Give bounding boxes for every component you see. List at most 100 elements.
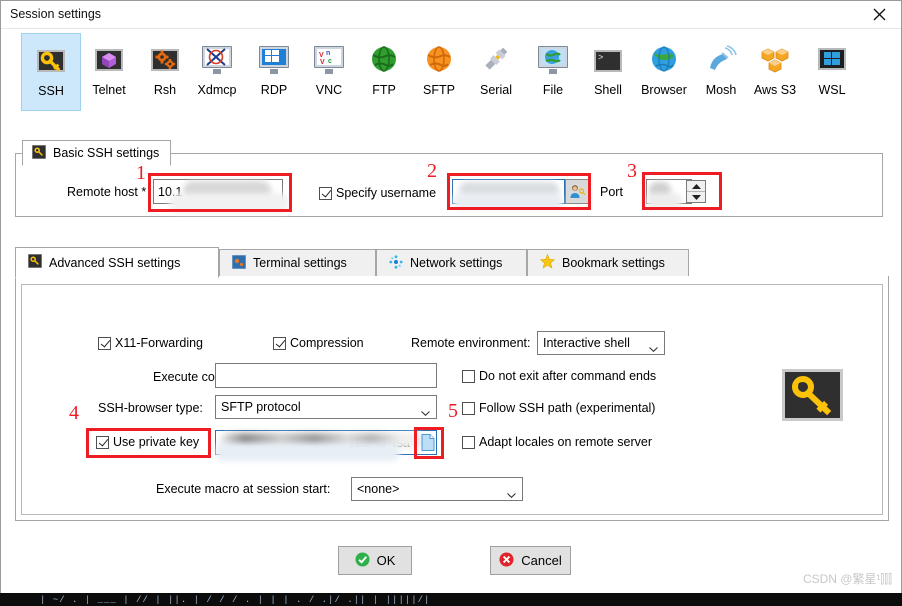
key-icon	[792, 376, 832, 416]
checkbox-box	[462, 435, 475, 449]
satellite-icon	[705, 44, 737, 76]
svg-text:c: c	[328, 58, 332, 65]
private-key-browse-button[interactable]	[418, 432, 437, 453]
protocol-label: WSL	[818, 83, 846, 97]
watermark: CSDN @繁星¹⫿⫿⫿	[802, 572, 892, 586]
tab-advanced-ssh-settings[interactable]: Advanced SSH settings	[15, 247, 219, 278]
protocol-label: Telnet	[92, 83, 126, 97]
specify-username-checkbox[interactable]: Specify username	[319, 186, 436, 200]
protocol-ftp[interactable]: FTP	[354, 33, 414, 111]
port-stepper[interactable]	[686, 180, 706, 203]
remote-environment-select[interactable]: Interactive shell	[537, 331, 665, 355]
do-not-exit-checkbox[interactable]: Do not exit after command ends	[462, 369, 656, 383]
protocol-browser[interactable]: Browser	[634, 33, 694, 111]
protocol-label: Shell	[594, 83, 622, 97]
green-check-icon	[355, 552, 370, 570]
port-label: Port	[600, 185, 623, 199]
ok-label: OK	[376, 553, 396, 568]
protocol-file[interactable]: File	[523, 33, 583, 111]
blue-globe-icon	[648, 44, 680, 76]
windows-monitor-icon	[258, 44, 290, 76]
username-picker-button[interactable]	[565, 179, 589, 204]
protocol-mosh[interactable]: Mosh	[691, 33, 751, 111]
remote-host-label: Remote host *	[67, 185, 147, 199]
protocol-sftp[interactable]: SFTP	[409, 33, 469, 111]
chevron-down-icon	[421, 405, 430, 417]
checkbox-box	[96, 435, 109, 449]
tab-label: Bookmark settings	[562, 256, 665, 270]
user-key-icon	[570, 185, 586, 198]
private-key-illustration	[782, 369, 843, 421]
protocol-xdmcp[interactable]: Xdmcp	[187, 33, 247, 111]
protocol-label: Aws S3	[753, 83, 797, 97]
protocol-label: Browser	[641, 83, 687, 97]
execute-macro-select[interactable]: <none>	[351, 477, 523, 501]
aws-cubes-icon	[759, 44, 791, 76]
session-settings-dialog: Session settings SSH Telnet Rsh Xdmcp RD…	[0, 0, 902, 606]
username-field[interactable]	[452, 179, 565, 204]
ssh-browser-type-select[interactable]: SFTP protocol	[215, 395, 437, 419]
protocol-toolbar: SSH Telnet Rsh Xdmcp RDP V n V c VNC FTP…	[1, 30, 902, 115]
port-stepper-down[interactable]	[687, 191, 705, 202]
do-not-exit-label: Do not exit after command ends	[479, 369, 657, 383]
ssh-browser-type-value: SFTP protocol	[221, 400, 301, 414]
tab-bookmark-settings[interactable]: Bookmark settings	[527, 249, 689, 277]
tab-terminal-settings[interactable]: Terminal settings	[219, 249, 376, 277]
tab-network-settings[interactable]: Network settings	[376, 249, 527, 277]
gears-icon	[149, 44, 181, 76]
port-stepper-up[interactable]	[687, 181, 705, 191]
protocol-aws-s3[interactable]: Aws S3	[745, 33, 805, 111]
console-icon: >	[592, 44, 624, 76]
compression-checkbox[interactable]: Compression	[273, 336, 364, 350]
x11-forwarding-label: X11-Forwarding	[115, 336, 204, 350]
remote-host-field[interactable]: 10.1	[153, 179, 283, 204]
protocol-telnet[interactable]: Telnet	[79, 33, 139, 111]
file-monitor-icon	[537, 44, 569, 76]
checkbox-box	[462, 401, 475, 415]
checkbox-box	[273, 336, 286, 350]
protocol-vnc[interactable]: V n V c VNC	[299, 33, 359, 111]
protocol-ssh[interactable]: SSH	[21, 33, 81, 111]
protocol-label: Xdmcp	[197, 83, 237, 97]
chevron-down-icon	[649, 341, 658, 353]
ok-button[interactable]: OK	[338, 546, 412, 575]
x-monitor-icon	[201, 44, 233, 76]
protocol-rdp[interactable]: RDP	[244, 33, 304, 111]
protocol-shell[interactable]: > Shell	[578, 33, 638, 111]
network-icon	[389, 254, 403, 272]
protocol-label: Mosh	[705, 83, 737, 97]
close-icon	[873, 8, 885, 21]
settings-tabs: Advanced SSH settings Terminal settings	[15, 247, 889, 278]
svg-text:>: >	[598, 53, 603, 63]
chevron-down-icon	[507, 487, 516, 499]
execute-command-field[interactable]	[215, 363, 437, 388]
cancel-button[interactable]: Cancel	[490, 546, 571, 575]
remote-environment-value: Interactive shell	[543, 336, 630, 350]
protocol-label: SFTP	[423, 83, 455, 97]
use-private-key-checkbox[interactable]: Use private key	[96, 435, 199, 449]
key-icon	[27, 253, 43, 271]
file-browse-icon	[421, 434, 434, 451]
title-bar: Session settings	[1, 1, 901, 29]
compression-label: Compression	[290, 336, 364, 350]
background-window-strip: | ~/ . | ___ | // | ||. | / / / . | | | …	[0, 593, 902, 606]
vnc-monitor-icon: V n V c	[313, 44, 345, 76]
red-x-icon	[499, 552, 514, 570]
execute-macro-value: <none>	[357, 482, 400, 496]
protocol-serial[interactable]: Serial	[466, 33, 526, 111]
cube-icon	[93, 44, 125, 76]
follow-ssh-path-checkbox[interactable]: Follow SSH path (experimental)	[462, 401, 655, 415]
protocol-label: File	[542, 83, 564, 97]
adapt-locales-checkbox[interactable]: Adapt locales on remote server	[462, 435, 652, 449]
protocol-wsl[interactable]: WSL	[802, 33, 862, 111]
private-key-field[interactable]: 125_id_rsa	[215, 430, 437, 455]
close-button[interactable]	[857, 1, 901, 28]
basic-ssh-group-label: Basic SSH settings	[53, 146, 160, 160]
window-title: Session settings	[10, 7, 102, 21]
x11-forwarding-checkbox[interactable]: X11-Forwarding	[98, 336, 203, 350]
protocol-rsh[interactable]: Rsh	[135, 33, 195, 111]
use-private-key-label: Use private key	[113, 435, 200, 449]
cancel-label: Cancel	[521, 553, 562, 568]
protocol-label: VNC	[315, 83, 343, 97]
checkbox-box	[98, 336, 111, 350]
